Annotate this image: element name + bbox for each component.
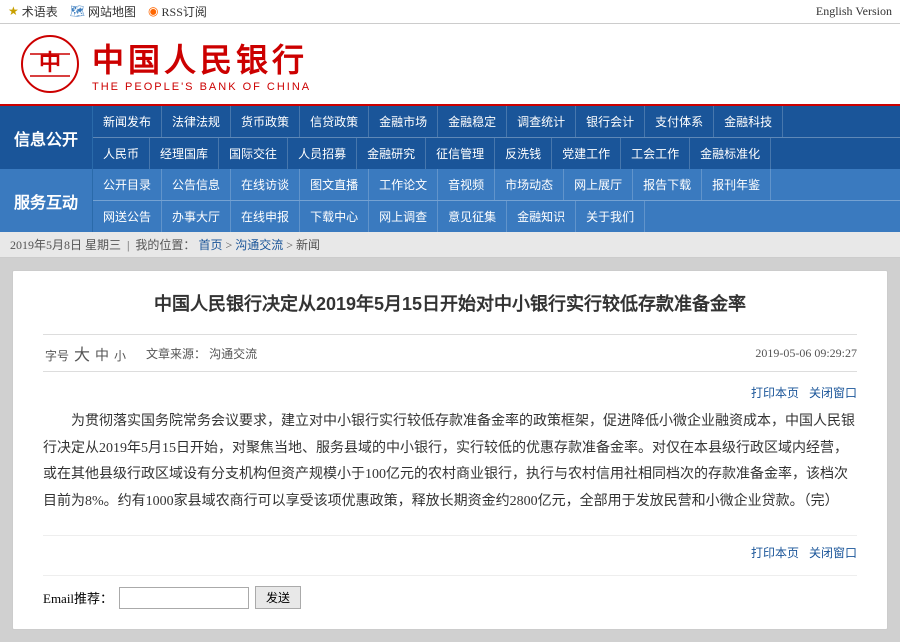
nav-items-row2: 人民币 经理国库 国际交往 人员招募 金融研究 征信管理 反洗钱 党建工作 工会… — [93, 137, 900, 169]
nav-market-dynamics[interactable]: 市场动态 — [495, 169, 564, 200]
font-large-button[interactable]: 大 — [74, 347, 90, 364]
breadcrumb-home[interactable]: 首页 — [198, 238, 222, 252]
nav-items-row4: 网送公告 办事大厅 在线申报 下载中心 网上调查 意见征集 金融知识 关于我们 — [93, 200, 900, 232]
nav-party[interactable]: 党建工作 — [552, 138, 621, 169]
content-wrapper: 中国人民银行决定从2019年5月15日开始对中小银行实行较低存款准备金率 字号 … — [0, 258, 900, 642]
logo-area: 中 中国人民银行 THE PEOPLE'S BANK OF CHINA — [20, 34, 311, 94]
nav-office-hall[interactable]: 办事大厅 — [162, 201, 231, 232]
content-box: 中国人民银行决定从2019年5月15日开始对中小银行实行较低存款准备金率 字号 … — [12, 270, 888, 630]
nav-online-survey[interactable]: 网上调查 — [369, 201, 438, 232]
nav-laws[interactable]: 法律法规 — [162, 106, 231, 137]
bank-emblem: 中 — [20, 34, 80, 94]
close-bottom-button[interactable]: 关闭窗口 — [809, 544, 857, 561]
email-label: Email推荐： — [43, 588, 113, 607]
article-meta: 字号 大 中 小 文章来源： 沟通交流 2019-05-06 09:29:27 — [43, 334, 857, 372]
nav-broadcast[interactable]: 图文直播 — [300, 169, 369, 200]
navigation: 信息公开 新闻发布 法律法规 货币政策 信贷政策 金融市场 金融稳定 调查统计 … — [0, 106, 900, 232]
breadcrumb-location-label: 我的位置： — [135, 238, 195, 252]
nav-items-row3: 公开目录 公告信息 在线访谈 图文直播 工作论文 音视频 市场动态 网上展厅 报… — [93, 169, 900, 200]
breadcrumb-sep2: > — [286, 238, 293, 252]
nav-online-hall[interactable]: 网上展厅 — [564, 169, 633, 200]
nav-interview[interactable]: 在线访谈 — [231, 169, 300, 200]
nav-financial-market[interactable]: 金融市场 — [369, 106, 438, 137]
nav-aml[interactable]: 反洗钱 — [495, 138, 552, 169]
article-actions-top: 打印本页 关闭窗口 — [43, 384, 857, 401]
print-bottom-button[interactable]: 打印本页 — [751, 544, 799, 561]
nav-side-info[interactable]: 信息公开 — [0, 106, 93, 169]
nav-announcements[interactable]: 公告信息 — [162, 169, 231, 200]
nav-rmb[interactable]: 人民币 — [93, 138, 150, 169]
email-row: Email推荐： 发送 — [43, 575, 857, 609]
nav-news[interactable]: 新闻发布 — [93, 106, 162, 137]
font-mid-button[interactable]: 中 — [95, 349, 109, 364]
nav-international[interactable]: 国际交往 — [219, 138, 288, 169]
article-actions-bottom: 打印本页 关闭窗口 — [43, 535, 857, 561]
top-bar: ★ 术语表 🗺 网站地图 ◉ RSS订阅 English Version — [0, 0, 900, 24]
source-label: 文章来源： — [146, 347, 206, 361]
breadcrumb-section[interactable]: 沟通交流 — [235, 238, 283, 252]
breadcrumb-date: 2019年5月8日 星期三 — [10, 238, 121, 252]
close-top-button[interactable]: 关闭窗口 — [809, 384, 857, 401]
nav-about-us[interactable]: 关于我们 — [576, 201, 645, 232]
email-send-button[interactable]: 发送 — [255, 586, 301, 609]
nav-credit-mgmt[interactable]: 征信管理 — [426, 138, 495, 169]
nav-research[interactable]: 金融研究 — [357, 138, 426, 169]
bank-name-chinese: 中国人民银行 — [92, 35, 311, 81]
nav-row-1: 信息公开 新闻发布 法律法规 货币政策 信贷政策 金融市场 金融稳定 调查统计 … — [0, 106, 900, 169]
map-icon: 🗺 — [70, 4, 85, 19]
breadcrumb-sep1: > — [225, 238, 232, 252]
font-size-controls: 字号 大 中 小 — [43, 341, 126, 365]
sitemap-link[interactable]: 🗺 网站地图 — [70, 3, 136, 20]
article-date: 2019-05-06 09:29:27 — [755, 346, 857, 361]
nav-payment[interactable]: 支付体系 — [645, 106, 714, 137]
nav-row-2: 服务互动 公开目录 公告信息 在线访谈 图文直播 工作论文 音视频 市场动态 网… — [0, 169, 900, 232]
site-header: 中 中国人民银行 THE PEOPLE'S BANK OF CHINA — [0, 24, 900, 106]
nav-recruitment[interactable]: 人员招募 — [288, 138, 357, 169]
bank-name-english: THE PEOPLE'S BANK OF CHINA — [92, 81, 311, 93]
email-input[interactable] — [119, 587, 249, 609]
nav-yearbook[interactable]: 报刊年鉴 — [702, 169, 771, 200]
nav-catalog[interactable]: 公开目录 — [93, 169, 162, 200]
rss-label: RSS订阅 — [162, 3, 207, 20]
font-size-label: 字号 — [45, 349, 69, 363]
nav-papers[interactable]: 工作论文 — [369, 169, 438, 200]
nav-standards[interactable]: 金融标准化 — [690, 138, 771, 169]
nav-credit[interactable]: 信贷政策 — [300, 106, 369, 137]
nav-financial-stability[interactable]: 金融稳定 — [438, 106, 507, 137]
nav-video[interactable]: 音视频 — [438, 169, 495, 200]
nav-union[interactable]: 工会工作 — [621, 138, 690, 169]
glossary-label: 术语表 — [22, 3, 58, 20]
nav-links-row1: 新闻发布 法律法规 货币政策 信贷政策 金融市场 金融稳定 调查统计 银行会计 … — [93, 106, 900, 169]
nav-reports[interactable]: 报告下载 — [633, 169, 702, 200]
article-title: 中国人民银行决定从2019年5月15日开始对中小银行实行较低存款准备金率 — [43, 291, 857, 318]
nav-links-row3: 公开目录 公告信息 在线访谈 图文直播 工作论文 音视频 市场动态 网上展厅 报… — [93, 169, 900, 232]
source-value: 沟通交流 — [209, 347, 257, 361]
nav-online-apply[interactable]: 在线申报 — [231, 201, 300, 232]
nav-download-center[interactable]: 下载中心 — [300, 201, 369, 232]
sitemap-label: 网站地图 — [88, 3, 136, 20]
rss-link[interactable]: ◉ RSS订阅 — [148, 3, 207, 20]
english-version-label: English Version — [816, 4, 892, 18]
nav-items-row1: 新闻发布 法律法规 货币政策 信贷政策 金融市场 金融稳定 调查统计 银行会计 … — [93, 106, 900, 137]
rss-icon: ◉ — [148, 4, 158, 19]
print-top-button[interactable]: 打印本页 — [751, 384, 799, 401]
logo-text: 中国人民银行 THE PEOPLE'S BANK OF CHINA — [92, 35, 311, 93]
font-small-button[interactable]: 小 — [114, 349, 126, 363]
nav-notice[interactable]: 网送公告 — [93, 201, 162, 232]
star-icon: ★ — [8, 4, 19, 19]
nav-feedback[interactable]: 意见征集 — [438, 201, 507, 232]
glossary-link[interactable]: ★ 术语表 — [8, 3, 58, 20]
nav-side-service[interactable]: 服务互动 — [0, 169, 93, 232]
breadcrumb-current: 新闻 — [296, 238, 320, 252]
nav-survey[interactable]: 调查统计 — [507, 106, 576, 137]
article-source: 文章来源： 沟通交流 — [146, 345, 755, 362]
nav-finance-knowledge[interactable]: 金融知识 — [507, 201, 576, 232]
english-version-link[interactable]: English Version — [816, 4, 892, 19]
nav-treasury[interactable]: 经理国库 — [150, 138, 219, 169]
article-body: 为贯彻落实国务院常务会议要求，建立对中小银行实行较低存款准备金率的政策框架，促进… — [43, 409, 857, 515]
nav-fintech[interactable]: 金融科技 — [714, 106, 783, 137]
breadcrumb: 2019年5月8日 星期三 | 我的位置： 首页 > 沟通交流 > 新闻 — [0, 232, 900, 258]
nav-monetary[interactable]: 货币政策 — [231, 106, 300, 137]
nav-accounting[interactable]: 银行会计 — [576, 106, 645, 137]
